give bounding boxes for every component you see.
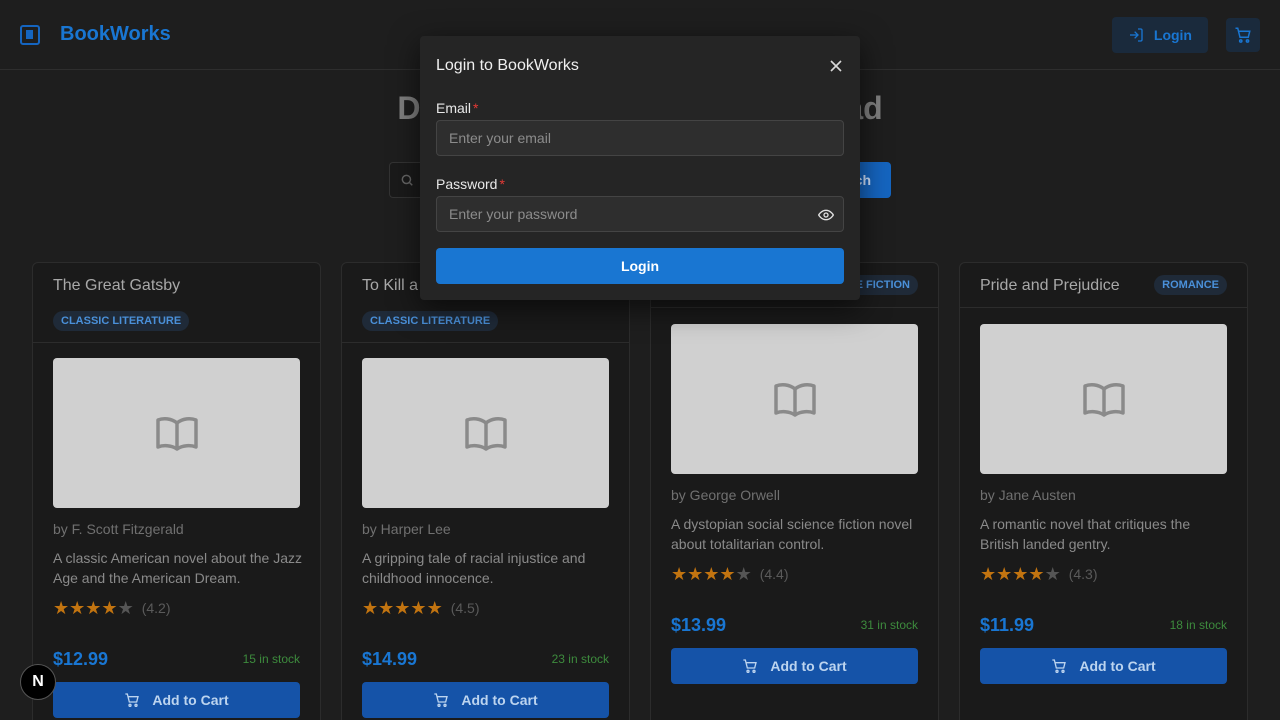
email-label-text: Email	[436, 100, 472, 116]
header-actions: Login	[1111, 16, 1260, 53]
required-mark: *	[473, 100, 479, 116]
rating-value: (4.2)	[141, 600, 171, 616]
close-icon[interactable]	[828, 58, 844, 74]
cart-icon	[743, 659, 758, 673]
login-icon	[1129, 27, 1143, 42]
book-card: The Great Gatsby CLASSIC LITERATURE by F…	[32, 262, 321, 720]
book-description: A romantic novel that critiques the Brit…	[980, 516, 1191, 552]
search-icon	[401, 174, 413, 186]
book-open-icon	[155, 417, 198, 451]
rating-value: (4.4)	[759, 566, 789, 582]
book-description: A dystopian social science fiction novel…	[671, 516, 913, 552]
login-submit-button[interactable]: Login	[436, 248, 844, 284]
star-icon: ★	[703, 564, 720, 584]
modal-title: Login to BookWorks	[436, 57, 579, 74]
star-empty-icon: ★	[1044, 564, 1061, 584]
star-icon: ★	[101, 598, 118, 618]
rating-value: (4.5)	[450, 600, 480, 616]
dev-tools-badge[interactable]: N	[20, 664, 56, 700]
add-to-cart-label: Add to Cart	[1079, 658, 1156, 674]
star-icon: ★	[53, 598, 70, 618]
star-empty-icon: ★	[117, 598, 134, 618]
add-to-cart-button[interactable]: Add to Cart	[53, 682, 300, 718]
book-cover	[362, 358, 609, 508]
book-price: $14.99	[362, 649, 418, 669]
add-to-cart-label: Add to Cart	[152, 692, 229, 708]
login-modal: Login to BookWorks Email* Password* Logi…	[420, 36, 860, 300]
stock-count: 23 in stock	[551, 652, 609, 666]
add-to-cart-label: Add to Cart	[770, 658, 847, 674]
book-card: To Kill a CLASSIC LITERATURE by Harper L…	[341, 262, 630, 720]
add-to-cart-button[interactable]: Add to Cart	[362, 682, 609, 718]
star-icon: ★	[719, 564, 736, 584]
cart-icon	[1052, 659, 1067, 673]
rating: ★ ★ ★ ★ ★ (4.3)	[980, 565, 1098, 583]
book-cover	[671, 324, 918, 474]
rating: ★ ★ ★ ★ ★ (4.4)	[671, 565, 789, 583]
header-login-label: Login	[1153, 26, 1192, 43]
header-login-button[interactable]: Login	[1111, 16, 1208, 53]
book-price: $11.99	[980, 615, 1035, 635]
card-header: The Great Gatsby CLASSIC LITERATURE	[33, 263, 320, 343]
email-field[interactable]	[436, 120, 844, 156]
star-icon: ★	[394, 598, 411, 618]
cart-icon	[434, 693, 449, 707]
star-icon: ★	[426, 598, 443, 618]
book-author: by F. Scott Fitzgerald	[53, 521, 184, 537]
book-cover	[53, 358, 300, 508]
cart-button[interactable]	[1226, 17, 1260, 52]
star-empty-icon: ★	[735, 564, 752, 584]
brand-name[interactable]: BookWorks	[60, 23, 171, 46]
star-icon: ★	[378, 598, 395, 618]
category-badge: ROMANCE	[1154, 275, 1227, 295]
book-price: $12.99	[53, 649, 109, 669]
password-field[interactable]	[436, 196, 844, 232]
book-author: by Jane Austen	[980, 487, 1076, 503]
book-open-icon	[773, 383, 816, 417]
star-icon: ★	[69, 598, 86, 618]
star-icon: ★	[980, 564, 997, 584]
star-icon: ★	[687, 564, 704, 584]
cart-icon	[125, 693, 140, 707]
stock-count: 18 in stock	[1169, 618, 1227, 632]
add-to-cart-label: Add to Cart	[461, 692, 538, 708]
add-to-cart-button[interactable]: Add to Cart	[980, 648, 1227, 684]
category-badge: CLASSIC LITERATURE	[362, 311, 499, 331]
book-title[interactable]: To Kill a	[362, 277, 418, 295]
star-icon: ★	[85, 598, 102, 618]
book-description: A classic American novel about the Jazz …	[53, 550, 303, 586]
stock-count: 31 in stock	[860, 618, 918, 632]
star-icon: ★	[1028, 564, 1045, 584]
required-mark: *	[499, 176, 505, 192]
book-card: E FICTION by George Orwell A dystopian s…	[650, 262, 939, 720]
book-title[interactable]: Pride and Prejudice	[980, 277, 1120, 295]
book-title[interactable]: The Great Gatsby	[53, 277, 180, 295]
rating: ★ ★ ★ ★ ★ (4.2)	[53, 599, 171, 617]
category-badge: CLASSIC LITERATURE	[53, 311, 190, 331]
book-author: by George Orwell	[671, 487, 780, 503]
card-header: Pride and Prejudice ROMANCE	[960, 263, 1247, 308]
stock-count: 15 in stock	[242, 652, 300, 666]
book-price: $13.99	[671, 615, 727, 635]
logo-icon	[20, 24, 40, 45]
email-label: Email *	[436, 100, 478, 116]
rating: ★ ★ ★ ★ ★ (4.5)	[362, 599, 480, 617]
star-icon: ★	[362, 598, 379, 618]
star-icon: ★	[671, 564, 688, 584]
add-to-cart-button[interactable]: Add to Cart	[671, 648, 918, 684]
book-author: by Harper Lee	[362, 521, 451, 537]
star-icon: ★	[1012, 564, 1029, 584]
book-cover	[980, 324, 1227, 474]
cart-icon	[1235, 27, 1251, 43]
book-description: A gripping tale of racial injustice and …	[362, 550, 586, 586]
password-label: Password *	[436, 176, 505, 192]
eye-icon[interactable]	[818, 207, 834, 223]
rating-value: (4.3)	[1068, 566, 1098, 582]
book-open-icon	[1082, 383, 1125, 417]
star-icon: ★	[410, 598, 427, 618]
book-open-icon	[464, 417, 507, 451]
star-icon: ★	[996, 564, 1013, 584]
book-card: Pride and Prejudice ROMANCE by Jane Aust…	[959, 262, 1248, 720]
password-label-text: Password	[436, 176, 498, 192]
